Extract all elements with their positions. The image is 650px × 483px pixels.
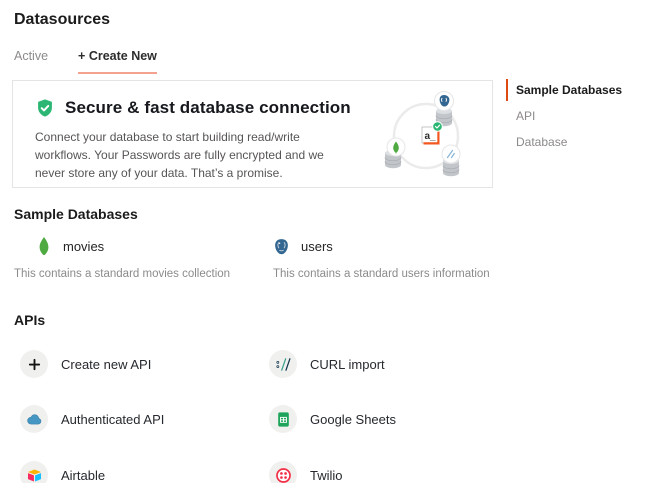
postgresql-icon	[273, 238, 290, 255]
sample-databases-heading: Sample Databases	[14, 206, 138, 222]
tab-bar: Active + Create New	[14, 49, 157, 74]
api-item-airtable[interactable]: Airtable	[20, 461, 105, 483]
mongodb-icon	[36, 237, 52, 255]
nav-item-sample-databases[interactable]: Sample Databases	[506, 79, 646, 101]
svg-text:a_: a_	[425, 131, 437, 142]
database-connection-illustration: a_	[373, 86, 487, 186]
api-item-twilio[interactable]: Twilio	[269, 461, 343, 483]
api-item-label: Create new API	[61, 357, 151, 372]
plus-icon	[20, 350, 48, 378]
datasources-page: Datasources Active + Create New Secure &…	[0, 0, 650, 483]
google-sheets-icon	[269, 405, 297, 433]
airtable-icon	[20, 461, 48, 483]
sample-db-users[interactable]: users This contains a standard users inf…	[273, 234, 490, 280]
api-item-label: Google Sheets	[310, 412, 396, 427]
page-title: Datasources	[14, 11, 110, 29]
curl-icon	[269, 350, 297, 378]
shield-check-icon	[35, 98, 55, 118]
sample-db-description: This contains a standard users informati…	[273, 268, 490, 280]
sample-db-description: This contains a standard movies collecti…	[14, 268, 230, 280]
apis-heading: APIs	[14, 312, 45, 328]
hero-title: Secure & fast database connection	[65, 98, 351, 118]
sample-db-movies[interactable]: movies This contains a standard movies c…	[14, 234, 230, 280]
api-item-curl-import[interactable]: CURL import	[269, 350, 385, 378]
twilio-icon	[269, 461, 297, 483]
hero-description: Connect your database to start building …	[35, 128, 357, 182]
api-item-label: Twilio	[310, 468, 343, 483]
api-item-authenticated-api[interactable]: Authenticated API	[20, 405, 164, 433]
tab-active-datasources[interactable]: Active	[14, 49, 48, 74]
api-item-create-new[interactable]: Create new API	[20, 350, 151, 378]
api-item-label: Authenticated API	[61, 412, 164, 427]
datasource-type-nav: Sample Databases API Database	[506, 79, 646, 157]
secure-connection-banner: Secure & fast database connection Connec…	[12, 80, 493, 188]
nav-item-database[interactable]: Database	[506, 131, 646, 153]
nav-item-api[interactable]: API	[506, 105, 646, 127]
sample-db-name: movies	[63, 239, 104, 254]
tab-create-new[interactable]: + Create New	[78, 49, 157, 74]
api-item-label: CURL import	[310, 357, 385, 372]
cloud-icon	[20, 405, 48, 433]
sample-db-name: users	[301, 239, 333, 254]
api-item-label: Airtable	[61, 468, 105, 483]
api-item-google-sheets[interactable]: Google Sheets	[269, 405, 396, 433]
